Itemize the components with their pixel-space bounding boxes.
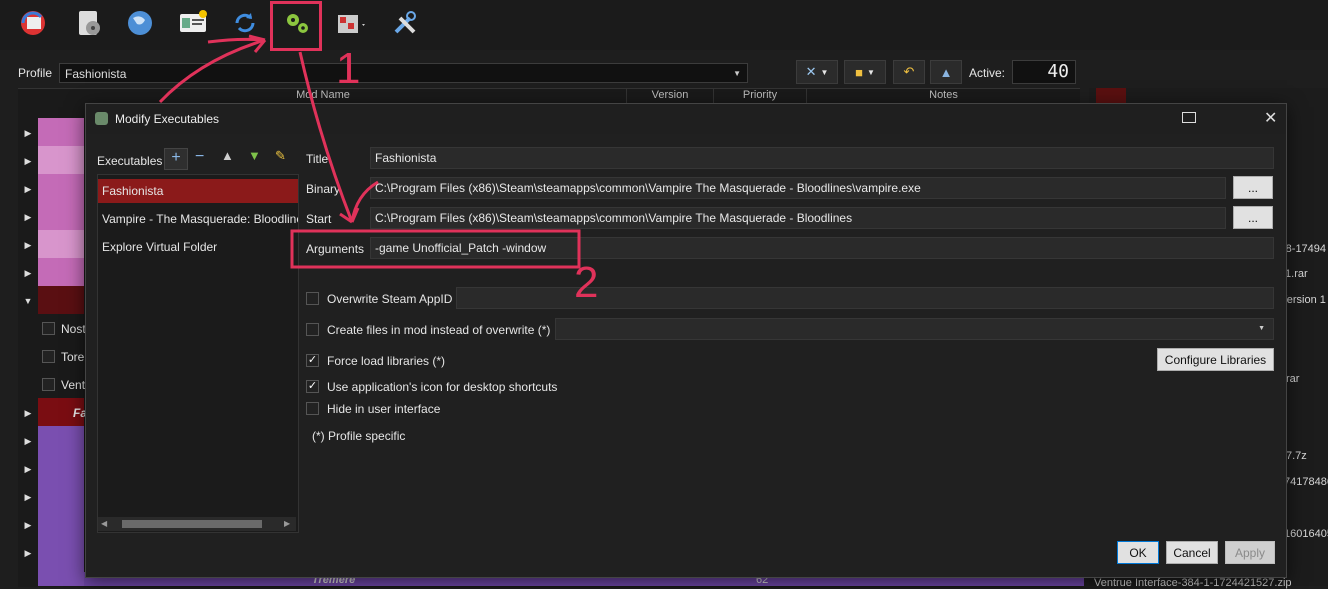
annotation-overlay xyxy=(158,34,581,269)
annotation-arrow xyxy=(207,37,263,44)
annotation-number-one: 1 xyxy=(336,44,361,93)
annotation-number-two: 2 xyxy=(574,258,599,307)
annotation-arrow xyxy=(158,38,266,104)
highlight-box-arguments xyxy=(290,229,581,269)
